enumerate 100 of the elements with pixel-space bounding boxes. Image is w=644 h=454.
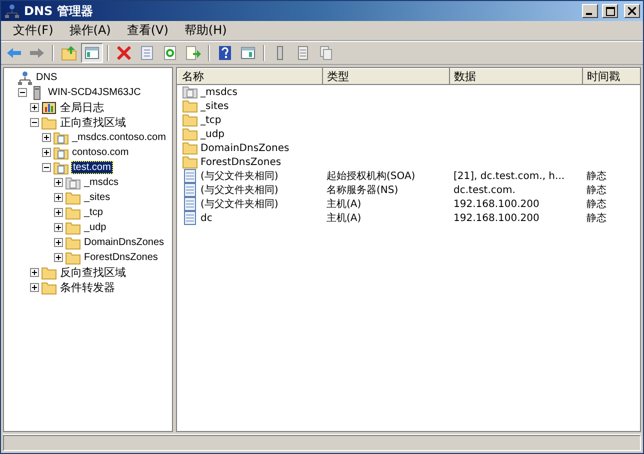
list-icon — [295, 45, 311, 61]
table-cell: dc — [200, 212, 212, 224]
folder-document-icon — [53, 146, 69, 160]
table-cell-text: (与父文件夹相同) — [200, 184, 278, 197]
network-icon — [17, 70, 33, 84]
close-icon — [628, 7, 636, 15]
back-arrow-icon — [6, 45, 22, 61]
maximize-icon — [606, 6, 614, 16]
record-icon — [182, 169, 198, 183]
table-cell: 名称服务器(NS) — [326, 185, 398, 196]
folder-icon — [65, 206, 81, 220]
close-button[interactable] — [624, 4, 640, 18]
tree-item[interactable]: _tcp — [83, 207, 104, 218]
folder-icon — [65, 220, 81, 234]
folder-document-icon — [53, 160, 69, 174]
menu-item[interactable]: 文件(F) — [5, 22, 62, 39]
folder-icon — [182, 155, 198, 169]
table-cell: 静态 — [586, 213, 606, 224]
table-cell-text: (与父文件夹相同) — [200, 198, 278, 211]
table-cell: DomainDnsZones — [200, 142, 290, 154]
record-icon — [182, 183, 198, 197]
panel-icon — [84, 45, 100, 61]
expander-icon[interactable] — [42, 148, 51, 157]
table-cell: 静态 — [586, 185, 606, 196]
toolbar-button[interactable] — [81, 43, 103, 63]
table-cell: 192.168.100.200 — [454, 212, 540, 224]
refresh-icon — [162, 45, 178, 61]
folder-icon — [182, 113, 198, 127]
expander-icon[interactable] — [54, 193, 63, 202]
tree-item[interactable]: DNS — [35, 72, 58, 83]
record-icon — [182, 197, 198, 211]
folder-icon — [182, 99, 198, 113]
tree-item[interactable]: _udp — [83, 222, 108, 233]
window-title: DNS 管理器 — [24, 2, 94, 20]
network-icon — [4, 4, 20, 18]
table-cell: 起始授权机构(SOA) — [326, 171, 416, 182]
tree-item[interactable]: _sites — [83, 192, 112, 203]
column-header[interactable]: 时间戳 — [582, 68, 640, 84]
folder-document-icon — [65, 176, 81, 190]
expander-icon[interactable] — [54, 223, 63, 232]
tree-item[interactable]: 条件转发器 — [59, 280, 116, 295]
folder-document-icon — [182, 85, 198, 99]
table-cell: 静态 — [586, 199, 606, 210]
record-icon — [182, 211, 198, 225]
table-cell: ForestDnsZones — [200, 156, 282, 168]
maximize-button[interactable] — [602, 4, 618, 18]
tree-item[interactable]: WIN-SCD4JSM63JC — [47, 87, 142, 98]
export-icon — [185, 45, 201, 61]
column-header[interactable]: 数据 — [450, 68, 582, 84]
tree-item[interactable]: 全局日志 — [59, 100, 105, 115]
table-cell: _tcp — [200, 114, 222, 126]
properties-icon — [139, 45, 155, 61]
tree-item[interactable]: _msdcs.contoso.com — [71, 132, 167, 143]
expander-icon[interactable] — [30, 268, 39, 277]
expander-icon[interactable] — [54, 208, 63, 217]
expander-icon[interactable] — [42, 133, 51, 142]
table-cell-text: (与父文件夹相同) — [200, 170, 278, 183]
delete-icon — [116, 45, 132, 61]
forward-arrow-icon — [29, 45, 45, 61]
menu-item[interactable]: 操作(A) — [61, 22, 119, 39]
tree-item[interactable]: contoso.com — [71, 147, 130, 158]
folder-up-icon — [61, 45, 77, 61]
expander-icon[interactable] — [30, 283, 39, 292]
expander-icon[interactable] — [30, 118, 39, 127]
menu-item[interactable]: 查看(V) — [118, 22, 176, 39]
log-icon — [41, 100, 57, 114]
tree-item[interactable]: test.com — [71, 161, 113, 174]
expander-icon[interactable] — [42, 163, 51, 172]
folder-icon — [65, 236, 81, 250]
tree-item[interactable]: _msdcs — [83, 177, 120, 188]
folder-icon — [41, 266, 57, 280]
tree-item[interactable]: 正向查找区域 — [59, 115, 127, 130]
folder-document-icon — [53, 130, 69, 144]
column-header[interactable]: 类型 — [322, 68, 450, 84]
expander-icon[interactable] — [30, 103, 39, 112]
folder-icon — [182, 141, 198, 155]
table-cell: dc.test.com. — [454, 184, 516, 196]
tree-item[interactable]: DomainDnsZones — [83, 237, 166, 248]
expander-icon[interactable] — [54, 238, 63, 247]
folder-icon — [41, 280, 57, 294]
expander-icon[interactable] — [18, 88, 27, 97]
table-cell: _udp — [200, 128, 225, 140]
menu-item[interactable]: 帮助(H) — [176, 22, 235, 39]
minimize-button[interactable] — [582, 4, 598, 18]
help-icon — [217, 45, 233, 61]
expander-icon[interactable] — [54, 178, 63, 187]
window-icon — [240, 45, 256, 61]
folder-icon — [65, 250, 81, 264]
expander-icon[interactable] — [54, 253, 63, 262]
folder-icon — [182, 127, 198, 141]
tree-item[interactable]: 反向查找区域 — [59, 265, 127, 280]
folder-icon — [65, 190, 81, 204]
column-header[interactable]: 名称 — [178, 68, 322, 84]
table-cell: 主机(A) — [326, 199, 362, 210]
folder-icon — [41, 116, 57, 130]
copy-icon — [318, 45, 334, 61]
table-cell: _sites — [200, 100, 229, 112]
tree-item[interactable]: ForestDnsZones — [83, 252, 159, 263]
table-cell: 主机(A) — [326, 213, 362, 224]
table-cell: [21], dc.test.com., h... — [454, 170, 565, 182]
